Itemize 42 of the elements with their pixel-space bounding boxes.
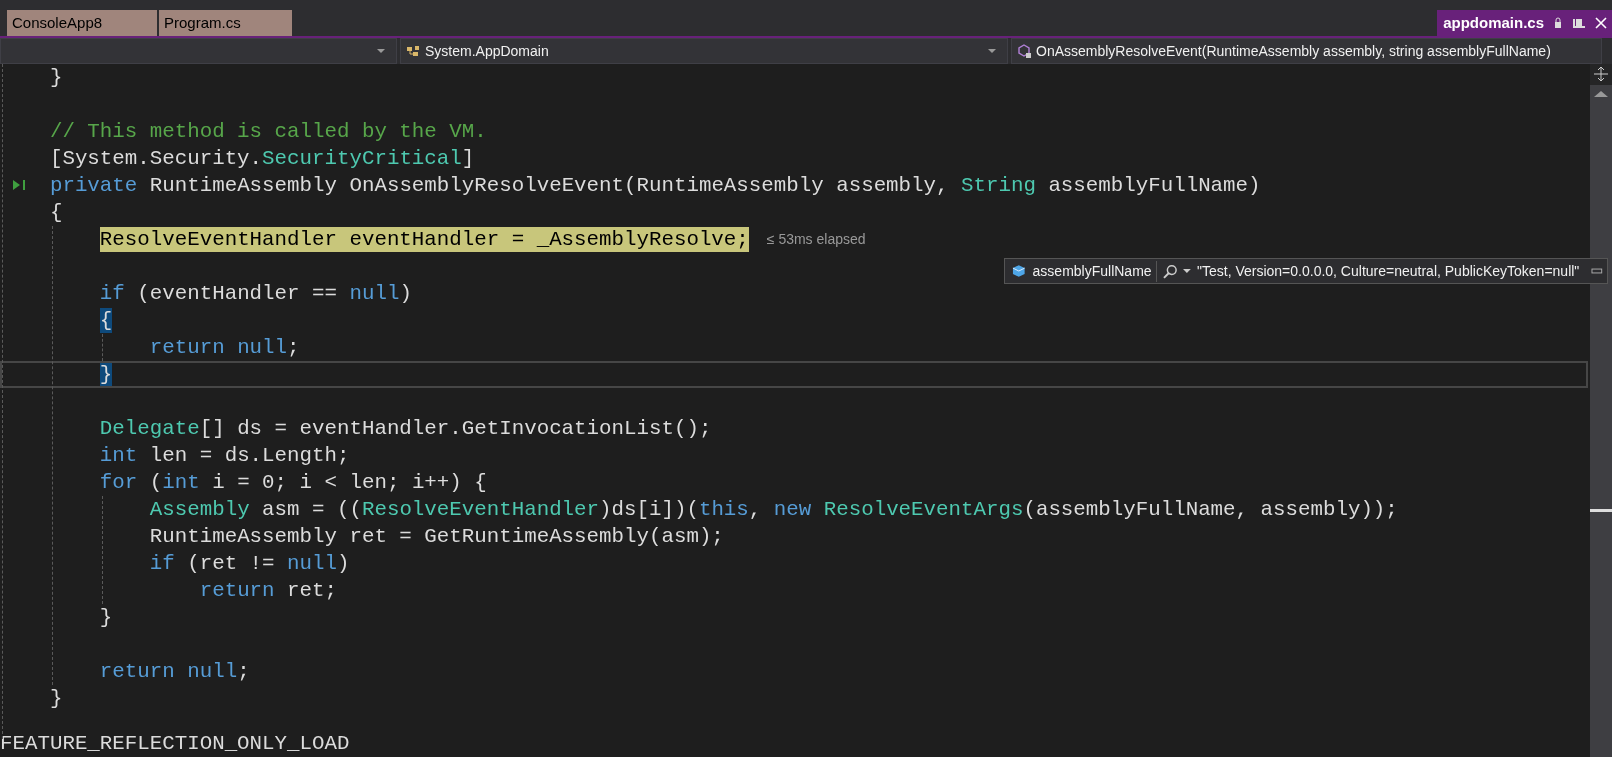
dropdown[interactable]: System.AppDomain	[400, 38, 1008, 64]
field-icon	[1011, 263, 1027, 279]
tab[interactable]: ConsoleApp8	[7, 10, 157, 36]
code-line: if (eventHandler == null)	[99, 281, 412, 307]
dropdown[interactable]	[0, 38, 397, 64]
current-statement: ResolveEventHandler eventHandler = _AssemblyResolve;	[99, 227, 749, 252]
matched-brace: {	[99, 308, 113, 333]
tab-label: appdomain.cs	[1443, 12, 1544, 33]
search-icon	[1162, 263, 1178, 279]
code-line: return null;	[99, 659, 250, 685]
caret-icon	[1183, 269, 1191, 273]
datatip-name: assemblyFullName	[1032, 260, 1157, 282]
lock-icon	[1552, 17, 1564, 29]
caret-icon	[988, 49, 996, 53]
dropdown[interactable]: OnAssemblyResolveEvent(RuntimeAssembly assembly, string assemblyFullName)	[1011, 38, 1602, 64]
code-line: int len = ds.Length;	[99, 443, 350, 469]
code-line: // This method is called by the VM.	[49, 119, 487, 145]
code-line: private RuntimeAssembly OnAssemblyResolveEvent(RuntimeAssembly assembly, String assemblyFullName)	[49, 173, 1261, 199]
code-line: Delegate[] ds = eventHandler.GetInvocationList();	[99, 416, 712, 442]
datatip-value: "Test, Version=0.0.0.0, Culture=neutral, PublicKeyToken=null"	[1197, 261, 1580, 281]
code-line: {	[49, 200, 63, 226]
code-line: }	[99, 605, 113, 631]
code-line: [System.Security.SecurityCritical]	[49, 146, 475, 172]
code-line: return null;	[149, 335, 300, 361]
code-line: Assembly asm = ((ResolveEventHandler)ds[i])(this, new ResolveEventArgs(assemblyFullName, assembly));	[149, 497, 1398, 523]
tab[interactable]: Program.cs	[159, 10, 292, 36]
class-icon	[406, 44, 421, 58]
code-line: }	[49, 686, 63, 712]
code-line: }	[49, 65, 63, 91]
caret-icon	[377, 49, 385, 53]
tab[interactable]: appdomain.cs	[1437, 10, 1612, 36]
close-icon	[1594, 16, 1608, 30]
pin-icon	[1591, 265, 1603, 277]
caret-position-marker	[1590, 509, 1612, 512]
perf-tip: ≤ 53ms elapsed	[766, 230, 866, 249]
code-line: FEATURE_REFLECTION_ONLY_LOAD	[0, 731, 350, 757]
code-line: if (ret != null)	[149, 551, 350, 577]
method-icon	[1017, 43, 1032, 59]
code-line: return ret;	[199, 578, 337, 604]
pin-icon	[1572, 17, 1586, 29]
code-line: for (int i = 0; i < len; i++) {	[99, 470, 487, 496]
code-line: RuntimeAssembly ret = GetRuntimeAssembly(asm);	[149, 524, 724, 550]
